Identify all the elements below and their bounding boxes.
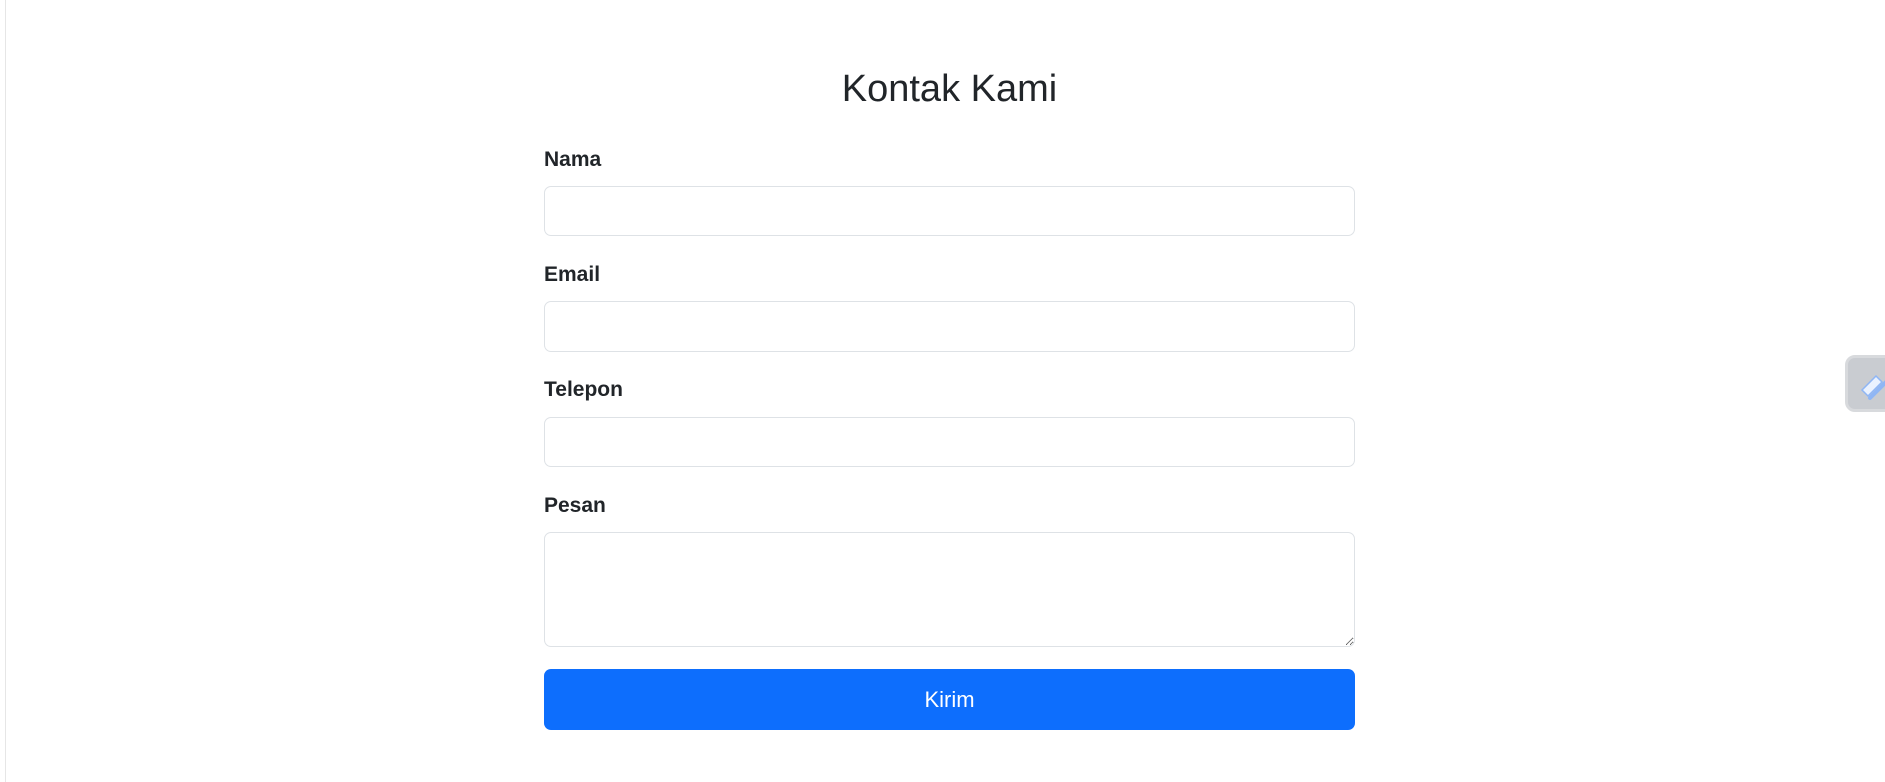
page-title: Kontak Kami <box>841 68 1058 110</box>
page-left-border <box>5 0 6 782</box>
submit-button[interactable]: Kirim <box>544 669 1355 730</box>
message-textarea[interactable] <box>544 532 1355 647</box>
floating-side-widget[interactable] <box>1845 355 1885 412</box>
email-input[interactable] <box>544 301 1355 352</box>
phone-input[interactable] <box>544 417 1355 467</box>
email-label: Email <box>544 263 601 286</box>
phone-label: Telepon <box>544 378 623 401</box>
name-label: Nama <box>544 148 602 171</box>
pen-icon <box>1860 374 1885 400</box>
name-input[interactable] <box>544 186 1355 236</box>
message-label: Pesan <box>544 494 606 517</box>
